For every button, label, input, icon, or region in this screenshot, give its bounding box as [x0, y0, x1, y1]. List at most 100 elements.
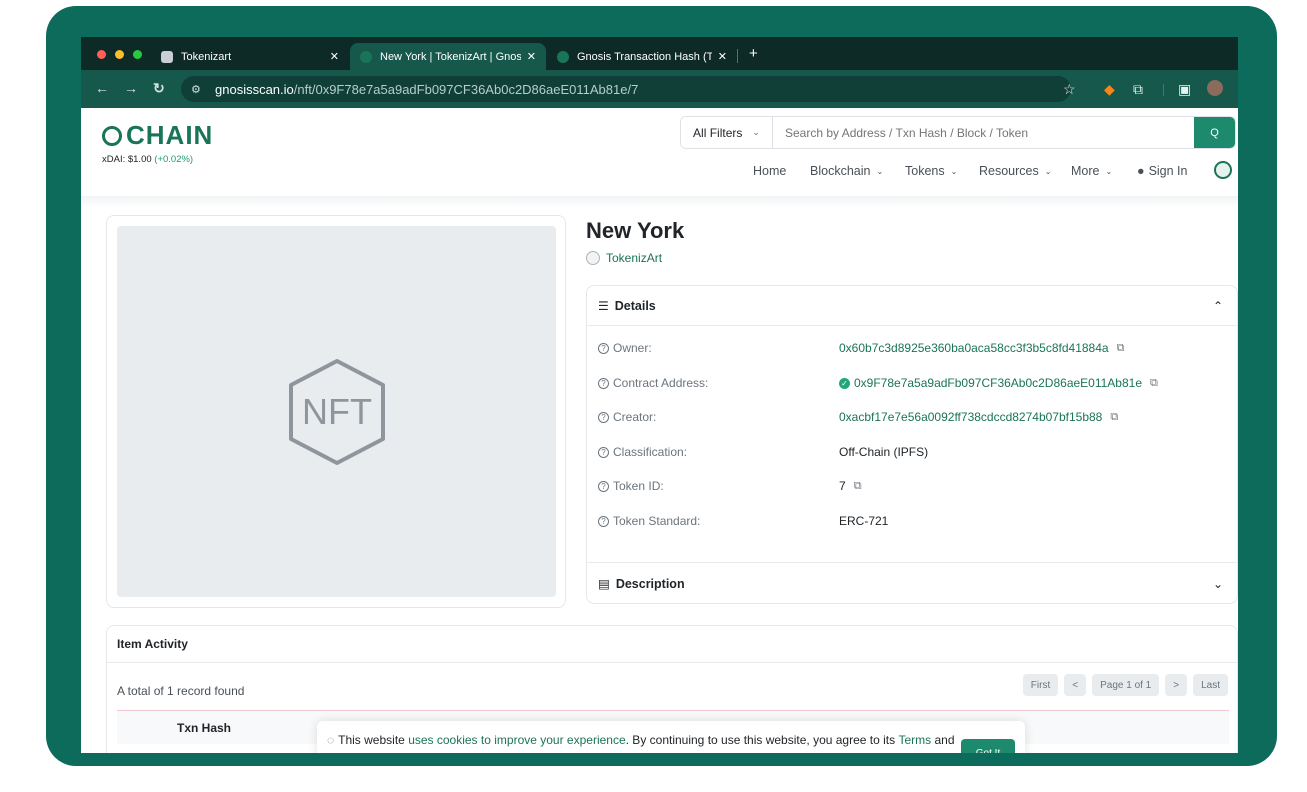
label-text: Contract Address:	[613, 376, 709, 390]
nav-blockchain[interactable]: Blockchain ⌄	[810, 164, 883, 178]
cookie-text-part: and	[934, 733, 955, 747]
tab-title: Gnosis Transaction Hash (Txh	[577, 50, 712, 63]
collection-avatar-icon	[586, 251, 600, 265]
chain-logo[interactable]: CHAIN	[102, 120, 213, 151]
nav-resources[interactable]: Resources ⌄	[979, 164, 1051, 178]
details-header[interactable]: ☰ Details ⌃	[587, 286, 1237, 326]
network-switch-icon[interactable]	[1214, 161, 1232, 179]
price-label: xDAI: $1.00	[102, 154, 152, 165]
tab-title: New York | TokenizArt | Gnosis	[380, 50, 521, 63]
creator-address-link[interactable]: 0xacbf17e7e56a0092ff738cdccd8274b07bf15b…	[839, 410, 1118, 424]
filter-dropdown[interactable]: All Filters ⌄	[681, 117, 773, 148]
detail-label: ? Token Standard:	[598, 514, 839, 528]
detail-label: ? Classification:	[598, 445, 839, 459]
close-tab-icon[interactable]: ✕	[330, 50, 339, 63]
detail-row-classification: ? Classification: Off-Chain (IPFS)	[598, 442, 1228, 462]
user-circle-icon: ●	[1137, 164, 1145, 178]
search-input[interactable]	[773, 117, 1194, 148]
help-icon[interactable]: ?	[598, 480, 609, 492]
copy-icon[interactable]: ⧉	[1150, 377, 1158, 390]
chevron-down-icon[interactable]: ⌄	[1213, 577, 1223, 591]
cookie-policy-link[interactable]: uses cookies to improve your experience	[408, 733, 625, 747]
nft-image[interactable]: NFT	[117, 226, 556, 597]
metamask-extension-icon[interactable]: ◆	[1104, 81, 1115, 98]
help-icon[interactable]: ?	[598, 377, 609, 389]
browser-window: Tokenizart ✕ New York | TokenizArt | Gno…	[81, 37, 1238, 753]
last-page-button[interactable]: Last	[1193, 674, 1228, 696]
header-divider	[81, 196, 1238, 208]
cookie-text-part: This website	[338, 733, 405, 747]
prev-page-button[interactable]: <	[1064, 674, 1087, 696]
new-tab-button[interactable]: +	[749, 45, 758, 62]
site-settings-icon[interactable]: ⚙	[191, 83, 205, 96]
logo-text: CHAIN	[126, 120, 214, 150]
copy-icon[interactable]: ⧉	[1117, 342, 1125, 355]
nav-label: More	[1071, 164, 1100, 178]
copy-icon[interactable]: ⧉	[854, 480, 862, 493]
gnosisscan-favicon-icon	[557, 50, 569, 63]
chevron-down-icon: ⌄	[950, 166, 958, 176]
terms-link[interactable]: Terms	[898, 733, 931, 747]
detail-label: ? Creator:	[598, 410, 839, 424]
price-change: (+0.02%)	[154, 154, 194, 165]
contract-address-link[interactable]: ✓ 0x9F78e7a5a9adFb097CF36Ab0c2D86aeE011Ab…	[839, 376, 1158, 390]
side-panel-icon[interactable]: ▣	[1178, 81, 1191, 98]
nft-image-card: NFT	[106, 215, 566, 608]
bookmark-star-icon[interactable]: ☆	[1063, 81, 1076, 98]
nav-home[interactable]: Home	[753, 164, 786, 178]
detail-label: ? Contract Address:	[598, 376, 839, 390]
back-icon[interactable]: ←	[95, 80, 109, 96]
address-bar[interactable]: ⚙ gnosisscan.io /nft/0x9F78e7a5a9adFb097…	[181, 76, 1071, 102]
close-window-dot[interactable]	[97, 50, 106, 59]
minimize-window-dot[interactable]	[115, 50, 124, 59]
document-icon: ▤	[598, 577, 610, 591]
forward-icon[interactable]: →	[124, 80, 138, 96]
verified-check-icon: ✓	[839, 377, 850, 389]
search-icon: Q	[1210, 126, 1219, 139]
pagination: First < Page 1 of 1 > Last	[1022, 674, 1228, 696]
close-tab-icon[interactable]: ✕	[527, 50, 536, 63]
next-page-button[interactable]: >	[1165, 674, 1188, 696]
token-standard-value: ERC-721	[839, 514, 889, 528]
help-icon[interactable]: ?	[598, 411, 609, 423]
description-header[interactable]: ▤ Description ⌄	[587, 562, 1237, 604]
help-icon[interactable]: ?	[598, 446, 609, 458]
detail-label: ? Token ID:	[598, 479, 839, 493]
search-button[interactable]: Q	[1194, 117, 1235, 148]
nav-label: Tokens	[905, 164, 945, 178]
extensions-puzzle-icon[interactable]: ⧉	[1133, 81, 1143, 98]
help-icon[interactable]: ?	[598, 515, 609, 527]
tab-strip: Tokenizart ✕ New York | TokenizArt | Gno…	[81, 37, 1238, 70]
first-page-button[interactable]: First	[1022, 674, 1059, 696]
tab-tokenizart[interactable]: Tokenizart ✕	[151, 43, 349, 70]
got-it-button[interactable]: Got It	[961, 739, 1015, 753]
details-heading: Details	[614, 298, 656, 313]
detail-row-token-standard: ? Token Standard: ERC-721	[598, 511, 1228, 531]
copy-icon[interactable]: ⧉	[1110, 411, 1118, 424]
tab-separator	[737, 49, 738, 63]
record-count: A total of 1 record found	[117, 684, 245, 698]
gnosis-logo-icon	[102, 125, 122, 146]
owner-address-link[interactable]: 0x60b7c3d8925e360ba0aca58cc3f3b5c8fd4188…	[839, 341, 1124, 355]
value-text: 0xacbf17e7e56a0092ff738cdccd8274b07bf15b…	[839, 410, 1103, 424]
close-tab-icon[interactable]: ✕	[718, 50, 727, 63]
nav-more[interactable]: More ⌄	[1071, 164, 1112, 178]
help-icon[interactable]: ?	[598, 342, 609, 354]
list-icon: ☰	[598, 298, 609, 313]
tab-gnosis-txn-hash[interactable]: Gnosis Transaction Hash (Txh ✕	[547, 43, 737, 70]
nav-tokens[interactable]: Tokens ⌄	[905, 164, 957, 178]
description-heading: Description	[615, 576, 685, 591]
details-panel: ☰ Details ⌃ ? Owner: 0x60b7c3d8925e360ba0…	[586, 285, 1238, 604]
collection-link[interactable]: TokenizArt	[586, 251, 662, 265]
detail-label: ? Owner:	[598, 341, 839, 355]
classification-value: Off-Chain (IPFS)	[839, 445, 929, 459]
profile-avatar-icon[interactable]	[1207, 80, 1223, 96]
sign-in-link[interactable]: ● Sign In	[1137, 164, 1187, 178]
tab-new-york[interactable]: New York | TokenizArt | Gnosis ✕	[350, 43, 546, 70]
reload-icon[interactable]: ↻	[153, 80, 165, 97]
chevron-up-icon[interactable]: ⌃	[1213, 299, 1223, 313]
page-indicator: Page 1 of 1	[1092, 674, 1160, 696]
detail-row-token-id: ? Token ID: 7 ⧉	[598, 476, 1228, 496]
sign-in-label: Sign In	[1148, 164, 1188, 178]
maximize-window-dot[interactable]	[133, 50, 142, 59]
